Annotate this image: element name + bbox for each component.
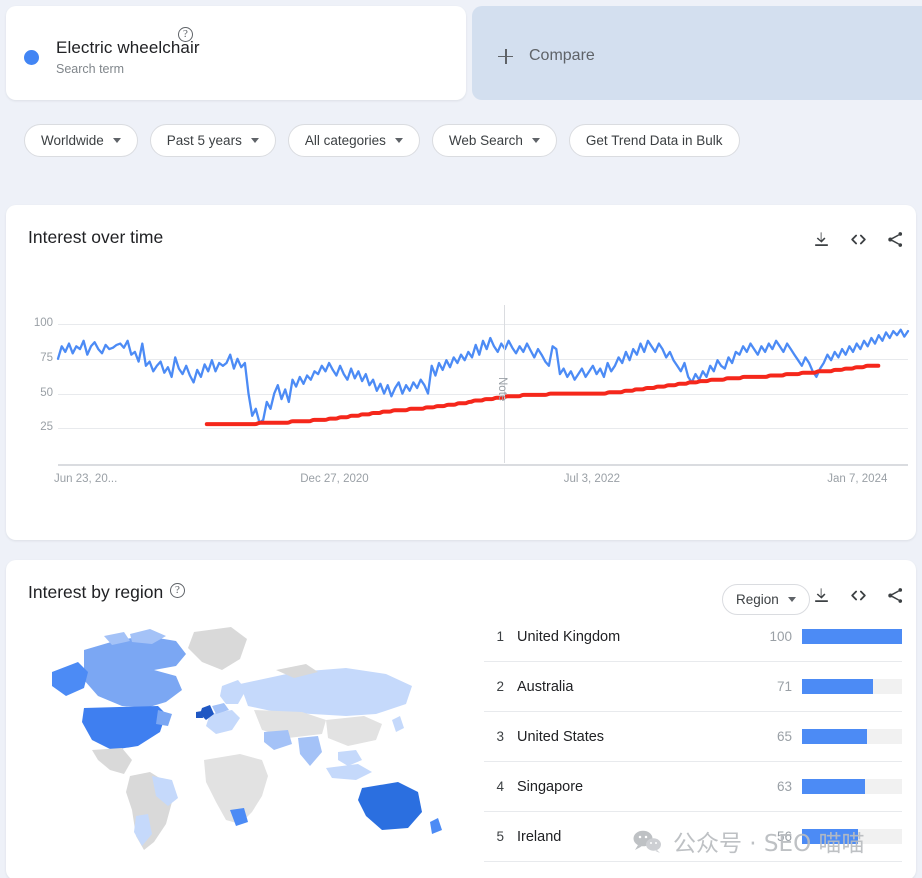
chart-plot-area[interactable] xyxy=(58,313,908,463)
filter-location-label: Worldwide xyxy=(41,133,104,148)
search-term-label: Electric wheelchair xyxy=(56,38,200,58)
region-bar-fill xyxy=(802,679,873,694)
y-tick-label: 50 xyxy=(9,387,53,399)
region-list: 1United Kingdom1002Australia713United St… xyxy=(484,612,902,862)
search-term-type: Search term xyxy=(56,62,124,76)
region-rank: 1 xyxy=(484,629,504,644)
region-bar xyxy=(802,729,902,744)
search-term-card[interactable]: Electric wheelchair Search term xyxy=(6,6,466,100)
region-level-selector[interactable]: Region xyxy=(722,584,810,615)
embed-icon[interactable] xyxy=(849,230,868,249)
interest-over-time-card: Interest over time 100 75 50 25 Jun 23, 20.… xyxy=(6,205,916,540)
region-level-label: Region xyxy=(736,592,779,607)
help-circle-icon[interactable]: ? xyxy=(178,27,193,42)
region-row[interactable]: 3United States65 xyxy=(484,712,902,762)
region-bar xyxy=(802,779,902,794)
search-term-row: Electric wheelchair Search term Compare xyxy=(0,0,922,100)
filter-search-type-label: Web Search xyxy=(449,133,523,148)
world-choropleth-map[interactable] xyxy=(26,610,466,860)
y-tick-label: 100 xyxy=(9,317,53,329)
chart-x-axis xyxy=(58,464,908,466)
x-tick-label: Jul 3, 2022 xyxy=(564,473,620,485)
region-bar-fill xyxy=(802,629,902,644)
chevron-down-icon xyxy=(251,138,259,143)
filter-timerange[interactable]: Past 5 years xyxy=(150,124,276,157)
embed-icon[interactable] xyxy=(849,586,868,605)
filter-search-type[interactable]: Web Search xyxy=(432,124,557,157)
region-rank: 4 xyxy=(484,779,504,794)
region-name: Australia xyxy=(504,679,777,695)
x-tick-label: Dec 27, 2020 xyxy=(300,473,368,485)
region-value: 65 xyxy=(777,729,802,744)
region-row[interactable]: 5Ireland56 xyxy=(484,812,902,862)
region-rank: 2 xyxy=(484,679,504,694)
region-value: 71 xyxy=(777,679,802,694)
chevron-down-icon xyxy=(788,597,796,602)
y-tick-label: 25 xyxy=(9,421,53,433)
plus-icon xyxy=(498,49,513,64)
region-bar-fill xyxy=(802,729,867,744)
interest-over-time-chart: 100755025 Jun 23, 20...Dec 27, 2020Jul 3… xyxy=(28,305,908,495)
chart-svg xyxy=(58,313,908,463)
compare-card[interactable]: Compare xyxy=(472,6,922,100)
region-row[interactable]: 4Singapore63 xyxy=(484,762,902,812)
region-rank: 5 xyxy=(484,829,504,844)
share-icon[interactable] xyxy=(886,230,905,249)
get-trend-data-in-bulk-label: Get Trend Data in Bulk xyxy=(586,133,723,148)
interest-by-region-actions xyxy=(812,586,905,605)
x-tick-label: Jun 23, 20... xyxy=(54,473,117,485)
note-label: Note xyxy=(496,377,508,401)
world-map-svg xyxy=(26,610,466,860)
region-name: United States xyxy=(504,729,777,745)
download-icon[interactable] xyxy=(812,230,831,249)
compare-label: Compare xyxy=(529,47,595,65)
compare-inner: Compare xyxy=(498,47,595,65)
series-color-dot xyxy=(24,50,39,65)
chevron-down-icon xyxy=(532,138,540,143)
chevron-down-icon xyxy=(113,138,121,143)
interest-over-time-title: Interest over time xyxy=(28,227,163,248)
filter-location[interactable]: Worldwide xyxy=(24,124,138,157)
filter-timerange-label: Past 5 years xyxy=(167,133,242,148)
share-icon[interactable] xyxy=(886,586,905,605)
region-row[interactable]: 1United Kingdom100 xyxy=(484,612,902,662)
region-row[interactable]: 2Australia71 xyxy=(484,662,902,712)
y-tick-label: 75 xyxy=(9,352,53,364)
help-circle-icon[interactable]: ? xyxy=(170,583,185,598)
x-tick-label: Jan 7, 2024 xyxy=(827,473,887,485)
region-bar xyxy=(802,829,902,844)
filter-category[interactable]: All categories xyxy=(288,124,420,157)
region-bar-fill xyxy=(802,829,858,844)
google-trends-page: Electric wheelchair Search term Compare … xyxy=(0,0,922,878)
region-bar xyxy=(802,679,902,694)
region-bar-fill xyxy=(802,779,865,794)
region-value: 56 xyxy=(777,829,802,844)
region-value: 100 xyxy=(769,629,802,644)
interest-by-region-title: Interest by region xyxy=(28,582,163,603)
get-trend-data-in-bulk-button[interactable]: Get Trend Data in Bulk xyxy=(569,124,740,157)
region-rank: 3 xyxy=(484,729,504,744)
interest-over-time-actions xyxy=(812,230,905,249)
region-name: Singapore xyxy=(504,779,777,795)
region-name: Ireland xyxy=(504,829,777,845)
filter-bar: Worldwide Past 5 years All categories We… xyxy=(0,124,740,157)
region-value: 63 xyxy=(777,779,802,794)
region-bar xyxy=(802,629,902,644)
filter-category-label: All categories xyxy=(305,133,386,148)
download-icon[interactable] xyxy=(812,586,831,605)
region-name: United Kingdom xyxy=(504,629,769,645)
chevron-down-icon xyxy=(395,138,403,143)
